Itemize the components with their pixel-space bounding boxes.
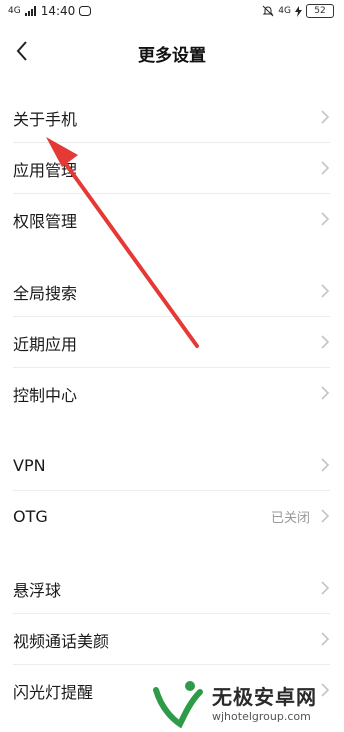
clock: 14:40 — [40, 4, 76, 18]
watermark: 无极安卓网 wjhotelgroup.com — [150, 676, 340, 728]
otg-status-value: 已关闭 — [270, 511, 310, 526]
chevron-right-icon — [321, 110, 330, 124]
status-right: 4G 52 — [262, 4, 334, 18]
chevron-right-icon — [321, 212, 330, 226]
chevron-right-icon — [321, 335, 330, 349]
mute-bell-icon — [262, 5, 274, 17]
message-icon — [79, 6, 92, 16]
network-type: 4G — [8, 5, 21, 16]
row-label: 闪光灯提醒 — [13, 682, 94, 702]
setting-video-call-beauty[interactable]: 视频通话美颜 — [0, 614, 344, 665]
row-label: 近期应用 — [13, 334, 78, 354]
setting-recent-apps[interactable]: 近期应用 — [0, 317, 344, 368]
row-label: OTG — [13, 507, 48, 526]
chevron-right-icon — [321, 386, 330, 400]
row-label: 控制中心 — [13, 385, 78, 405]
group-gap — [0, 245, 344, 266]
setting-app-management[interactable]: 应用管理 — [0, 143, 344, 194]
signal-icon — [24, 6, 36, 16]
watermark-text: 无极安卓网 wjhotelgroup.com — [212, 681, 317, 723]
row-label: 权限管理 — [13, 211, 78, 231]
setting-otg[interactable]: OTG 已关闭 — [0, 491, 344, 542]
setting-floating-ball[interactable]: 悬浮球 — [0, 563, 344, 614]
chevron-right-icon — [321, 581, 330, 595]
setting-vpn[interactable]: VPN — [0, 440, 344, 491]
row-label: VPN — [13, 456, 46, 475]
settings-list: 关于手机 应用管理 权限管理 全局搜索 近期应用 控制中心 VPN OTG 已关… — [0, 92, 344, 716]
status-bar: 4G 14:40 4G 52 — [0, 0, 344, 26]
setting-control-center[interactable]: 控制中心 — [0, 368, 344, 419]
row-label: 视频通话美颜 — [13, 631, 110, 651]
row-label: 悬浮球 — [13, 580, 62, 600]
watermark-url: wjhotelgroup.com — [212, 710, 311, 723]
chevron-right-icon — [321, 458, 330, 472]
group-gap — [0, 542, 344, 563]
row-label: 全局搜索 — [13, 283, 78, 303]
setting-about-phone[interactable]: 关于手机 — [0, 92, 344, 143]
charging-icon — [295, 5, 302, 17]
page-title: 更多设置 — [138, 46, 206, 66]
chevron-right-icon — [321, 284, 330, 298]
row-label: 应用管理 — [13, 160, 78, 180]
chevron-right-icon — [321, 161, 330, 175]
watermark-title: 无极安卓网 — [212, 685, 317, 709]
android-logo-icon — [153, 681, 203, 728]
row-label: 关于手机 — [13, 109, 78, 129]
setting-permission-management[interactable]: 权限管理 — [0, 194, 344, 245]
battery-indicator: 52 — [306, 4, 334, 18]
chevron-right-icon — [321, 632, 330, 646]
chevron-right-icon — [321, 509, 330, 523]
status-left: 4G 14:40 — [8, 4, 92, 18]
group-gap — [0, 419, 344, 440]
network-type-right: 4G — [278, 6, 291, 16]
setting-global-search[interactable]: 全局搜索 — [0, 266, 344, 317]
page-header: 更多设置 — [0, 26, 344, 76]
